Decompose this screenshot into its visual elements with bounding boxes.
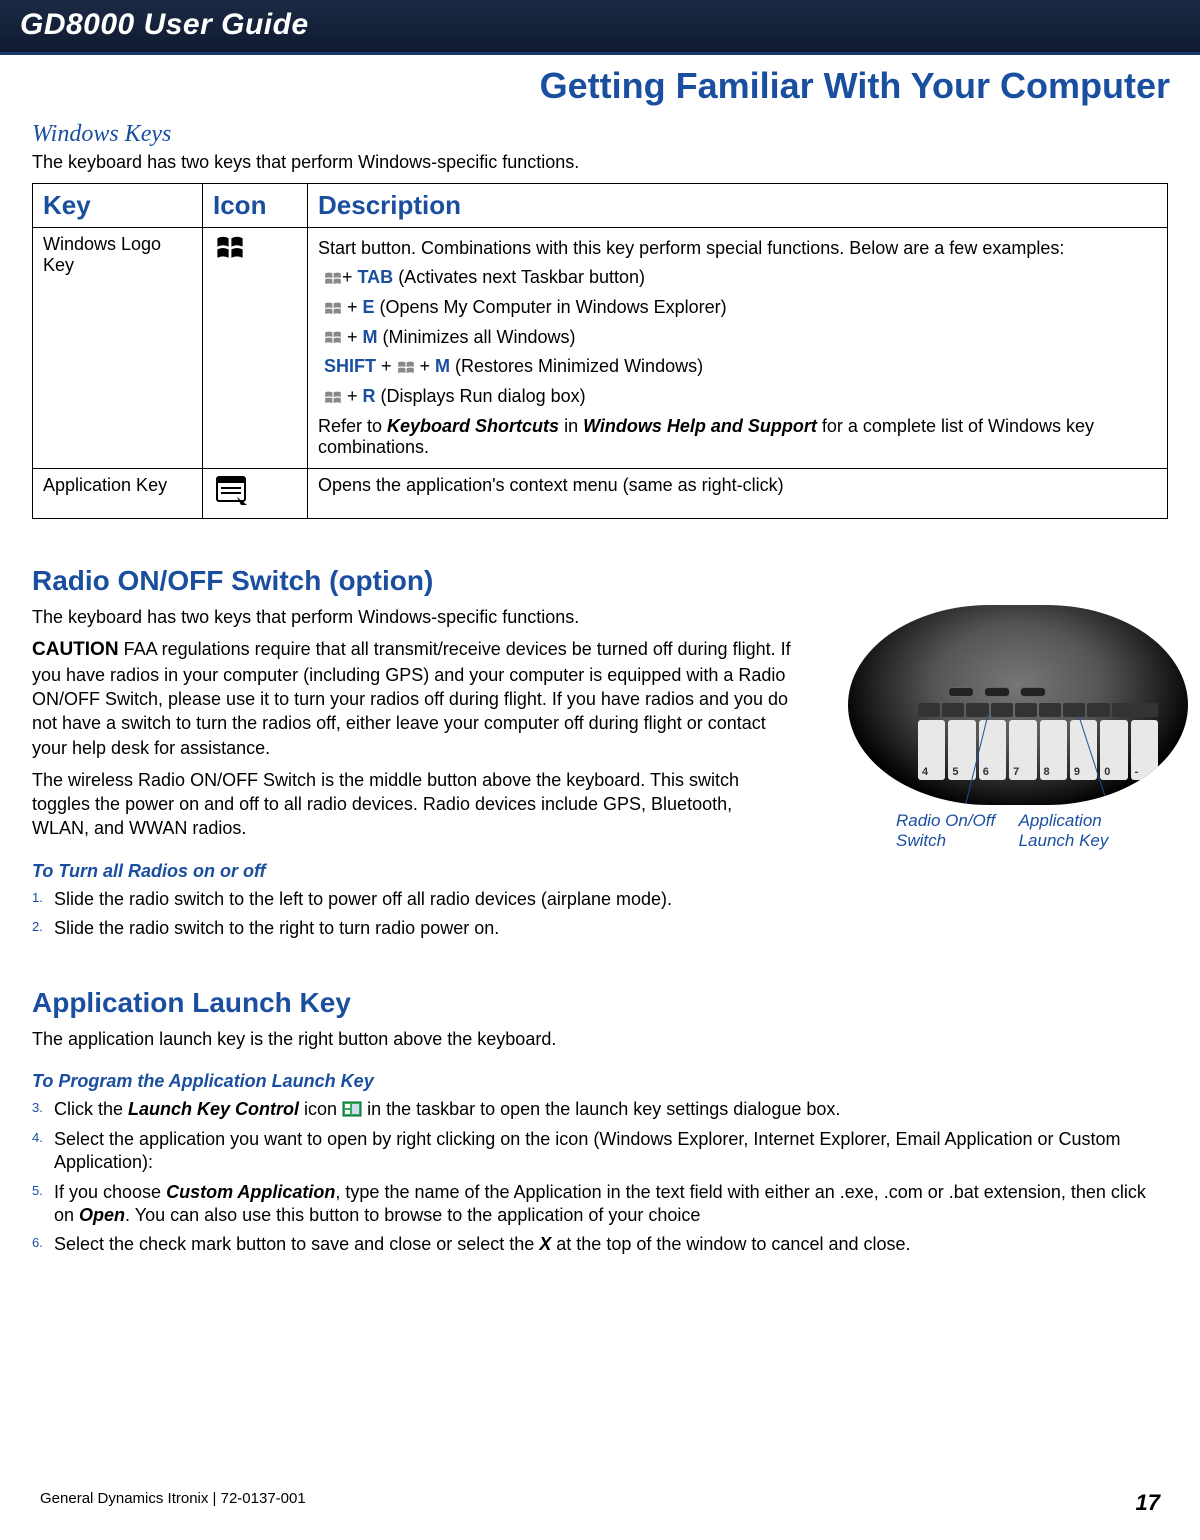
key-desc-cell: Opens the application's context menu (sa…	[308, 468, 1168, 518]
combo-desc: (Restores Minimized Windows)	[450, 356, 703, 376]
table-row: Windows Logo Key Start button. Combinati…	[33, 228, 1168, 469]
key-desc-cell: Start button. Combinations with this key…	[308, 228, 1168, 469]
step3-c: icon	[299, 1099, 342, 1119]
plus: +	[342, 327, 363, 347]
list-item: 1. Slide the radio switch to the left to …	[32, 888, 792, 911]
radio-detail: The wireless Radio ON/OFF Switch is the …	[32, 768, 792, 841]
step-num: 2.	[32, 919, 43, 936]
caution-label: CAUTION	[32, 639, 119, 660]
combo-line: SHIFT + + M (Restores Minimized Windows)	[324, 356, 1157, 378]
refer-line: Refer to Keyboard Shortcuts in Windows H…	[318, 416, 1157, 458]
key-icon-cell	[203, 228, 308, 469]
combo-line: + M (Minimizes all Windows)	[324, 327, 1157, 349]
page-number: 17	[1136, 1490, 1160, 1516]
step-num: 4.	[32, 1130, 43, 1147]
windows-key-icon	[324, 298, 342, 319]
windows-key-icon	[324, 327, 342, 348]
footer-left: General Dynamics Itronix | 72-0137-001	[40, 1490, 306, 1516]
fig-label-left: Radio On/Off Switch	[896, 811, 1019, 851]
radio-heading: Radio ON/OFF Switch (option)	[32, 565, 792, 597]
step-num: 1.	[32, 890, 43, 907]
table-row: Application Key Opens the application's …	[33, 468, 1168, 518]
footer: General Dynamics Itronix | 72-0137-001 1…	[0, 1490, 1200, 1516]
plus: +	[376, 356, 397, 376]
combo-desc: (Displays Run dialog box)	[376, 386, 586, 406]
windows-keys-intro: The keyboard has two keys that perform W…	[32, 152, 1168, 173]
windows-keys-heading: Windows Keys	[32, 121, 1168, 148]
step4: Select the application you want to open …	[54, 1129, 1121, 1172]
step6-c: at the top of the window to cancel and c…	[551, 1234, 910, 1254]
desc-intro: Start button. Combinations with this key…	[318, 238, 1157, 259]
step-num: 5.	[32, 1183, 43, 1200]
col-key: Key	[33, 184, 203, 228]
refer-mid: in	[559, 416, 583, 436]
list-item: 4. Select the application you want to ope…	[32, 1128, 1168, 1175]
step-text: Slide the radio switch to the right to t…	[54, 918, 499, 938]
app-launch-intro: The application launch key is the right …	[32, 1027, 1168, 1051]
keyboard-figure: 4567890- Radio On/Off Switch Application…	[848, 605, 1188, 851]
fig-label-right: Application Launch Key	[1019, 811, 1160, 851]
combo-desc: (Minimizes all Windows)	[378, 327, 576, 347]
caution-body: FAA regulations require that all transmi…	[32, 639, 791, 758]
combo-line: + TAB (Activates next Taskbar button)	[324, 267, 1157, 289]
list-item: 3. Click the Launch Key Control icon in …	[32, 1098, 1168, 1122]
plus: +	[342, 297, 363, 317]
step3-d: in the taskbar to open the launch key se…	[362, 1099, 840, 1119]
key-m2: M	[435, 356, 450, 376]
key-name-cell: Windows Logo Key	[33, 228, 203, 469]
radio-subhead: To Turn all Radios on or off	[32, 861, 792, 882]
combo-desc: (Opens My Computer in Windows Explorer)	[375, 297, 727, 317]
header-bar: GD8000 User Guide	[0, 0, 1200, 55]
application-key-icon	[213, 475, 251, 512]
step-num: 3.	[32, 1100, 43, 1117]
launch-key-control-icon	[342, 1098, 362, 1121]
radio-intro: The keyboard has two keys that perform W…	[32, 605, 792, 629]
key-r: R	[363, 386, 376, 406]
page-title: Getting Familiar With Your Computer	[0, 55, 1200, 121]
app-launch-subhead: To Program the Application Launch Key	[32, 1071, 1168, 1092]
step6-b: X	[539, 1234, 551, 1254]
key-e: E	[363, 297, 375, 317]
windows-logo-icon	[213, 234, 247, 267]
app-launch-heading: Application Launch Key	[32, 987, 1168, 1019]
step5-e: . You can also use this button to browse…	[125, 1205, 700, 1225]
doc-title: GD8000 User Guide	[20, 8, 1180, 42]
plus: +	[415, 356, 436, 376]
key-tab: TAB	[358, 267, 394, 287]
step6-a: Select the check mark button to save and…	[54, 1234, 539, 1254]
key-m: M	[363, 327, 378, 347]
list-item: 2. Slide the radio switch to the right to…	[32, 917, 792, 940]
windows-key-icon	[397, 357, 415, 378]
step5-d: Open	[79, 1205, 125, 1225]
refer-pre: Refer to	[318, 416, 387, 436]
plus: +	[342, 386, 363, 406]
list-item: 6. Select the check mark button to save …	[32, 1233, 1168, 1256]
combo-desc: (Activates next Taskbar button)	[393, 267, 645, 287]
list-item: 5. If you choose Custom Application, typ…	[32, 1181, 1168, 1228]
refer-b1: Keyboard Shortcuts	[387, 416, 559, 436]
key-shift: SHIFT	[324, 356, 376, 376]
windows-key-icon	[324, 387, 342, 408]
step-text: Slide the radio switch to the left to po…	[54, 889, 672, 909]
key-icon-cell	[203, 468, 308, 518]
combo-line: + E (Opens My Computer in Windows Explor…	[324, 297, 1157, 319]
step3-a: Click the	[54, 1099, 128, 1119]
refer-b2: Windows Help and Support	[583, 416, 817, 436]
step5-a: If you choose	[54, 1182, 166, 1202]
step5-b: Custom Application	[166, 1182, 335, 1202]
col-desc: Description	[308, 184, 1168, 228]
combo-line: + R (Displays Run dialog box)	[324, 386, 1157, 408]
windows-key-icon	[324, 268, 342, 289]
col-icon: Icon	[203, 184, 308, 228]
windows-keys-table: Key Icon Description Windows Logo Key St…	[32, 183, 1168, 519]
radio-caution: CAUTION FAA regulations require that all…	[32, 637, 792, 760]
step-num: 6.	[32, 1235, 43, 1252]
plus: +	[342, 267, 358, 287]
step3-b: Launch Key Control	[128, 1099, 299, 1119]
key-name-cell: Application Key	[33, 468, 203, 518]
